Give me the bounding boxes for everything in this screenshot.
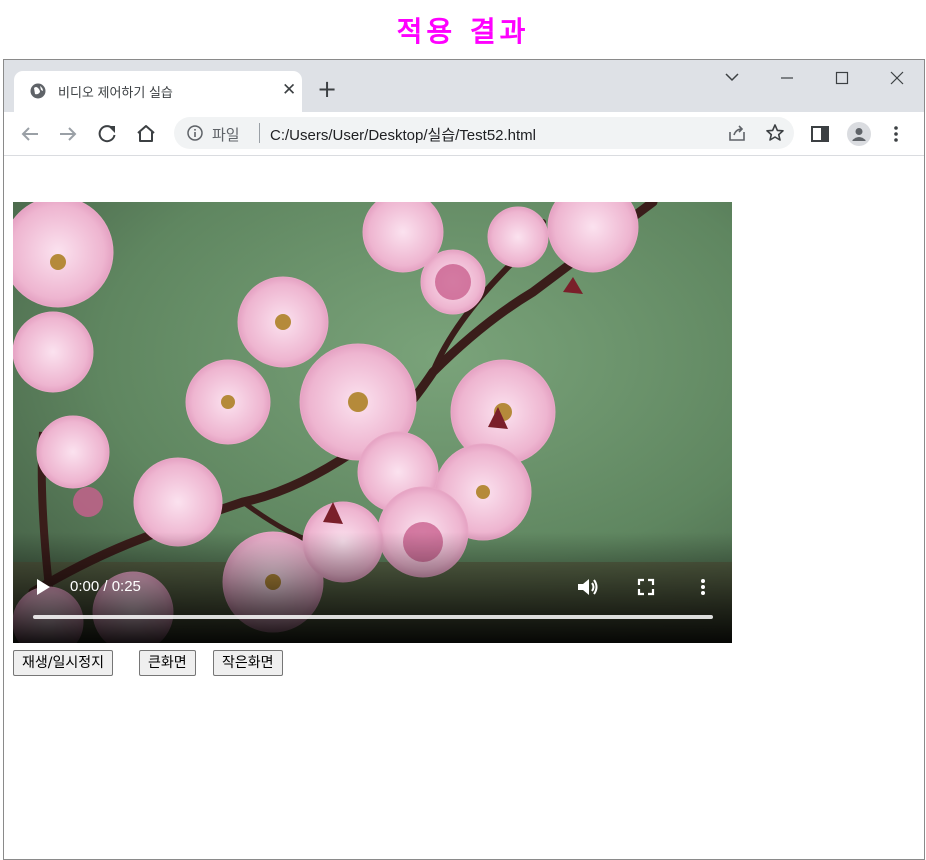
tab-search-icon[interactable] [712,66,752,90]
back-icon[interactable] [16,120,44,148]
side-panel-icon[interactable] [810,124,830,144]
video-progress-bar[interactable] [33,615,713,619]
result-caption: 적용 결과 [396,15,530,48]
share-icon[interactable] [727,124,747,142]
more-options-icon[interactable] [698,577,708,597]
browser-window: 비디오 제어하기 실습 ✕ + 파일 C:/Users/User/Desktop… [3,59,925,860]
url-text[interactable]: C:/Users/User/Desktop/실습/Test52.html [270,124,536,145]
reload-icon[interactable] [93,120,121,148]
page-content: 0:00 / 0:25 재생/일시정지 큰화면 작은화면 [4,156,924,859]
info-icon[interactable] [187,125,203,141]
globe-icon [30,83,46,99]
url-scheme-label: 파일 [212,127,240,144]
new-tab-button[interactable]: + [317,77,337,101]
home-icon[interactable] [132,120,160,148]
tab-title: 비디오 제어하기 실습 [58,85,173,100]
big-screen-button[interactable]: 큰화면 [139,650,196,676]
play-pause-button[interactable]: 재생/일시정지 [13,650,113,676]
menu-icon[interactable] [890,124,902,144]
play-icon[interactable] [35,578,51,596]
tab-close-icon[interactable]: ✕ [282,80,296,100]
address-separator [259,123,260,143]
tab-strip: 비디오 제어하기 실습 ✕ + [4,60,924,112]
video-player[interactable]: 0:00 / 0:25 [13,202,732,643]
volume-icon[interactable] [576,576,600,598]
star-icon[interactable] [765,123,785,143]
browser-toolbar: 파일 C:/Users/User/Desktop/실습/Test52.html [4,112,924,156]
browser-tab[interactable]: 비디오 제어하기 실습 ✕ [14,71,302,112]
close-icon[interactable] [877,66,917,90]
small-screen-button[interactable]: 작은화면 [213,650,283,676]
fullscreen-icon[interactable] [637,578,655,596]
profile-icon[interactable] [847,122,871,146]
video-time-display: 0:00 / 0:25 [70,578,141,595]
forward-icon[interactable] [54,120,82,148]
minimize-icon[interactable] [767,66,807,90]
address-bar[interactable]: 파일 C:/Users/User/Desktop/실습/Test52.html [174,117,794,149]
maximize-icon[interactable] [822,66,862,90]
